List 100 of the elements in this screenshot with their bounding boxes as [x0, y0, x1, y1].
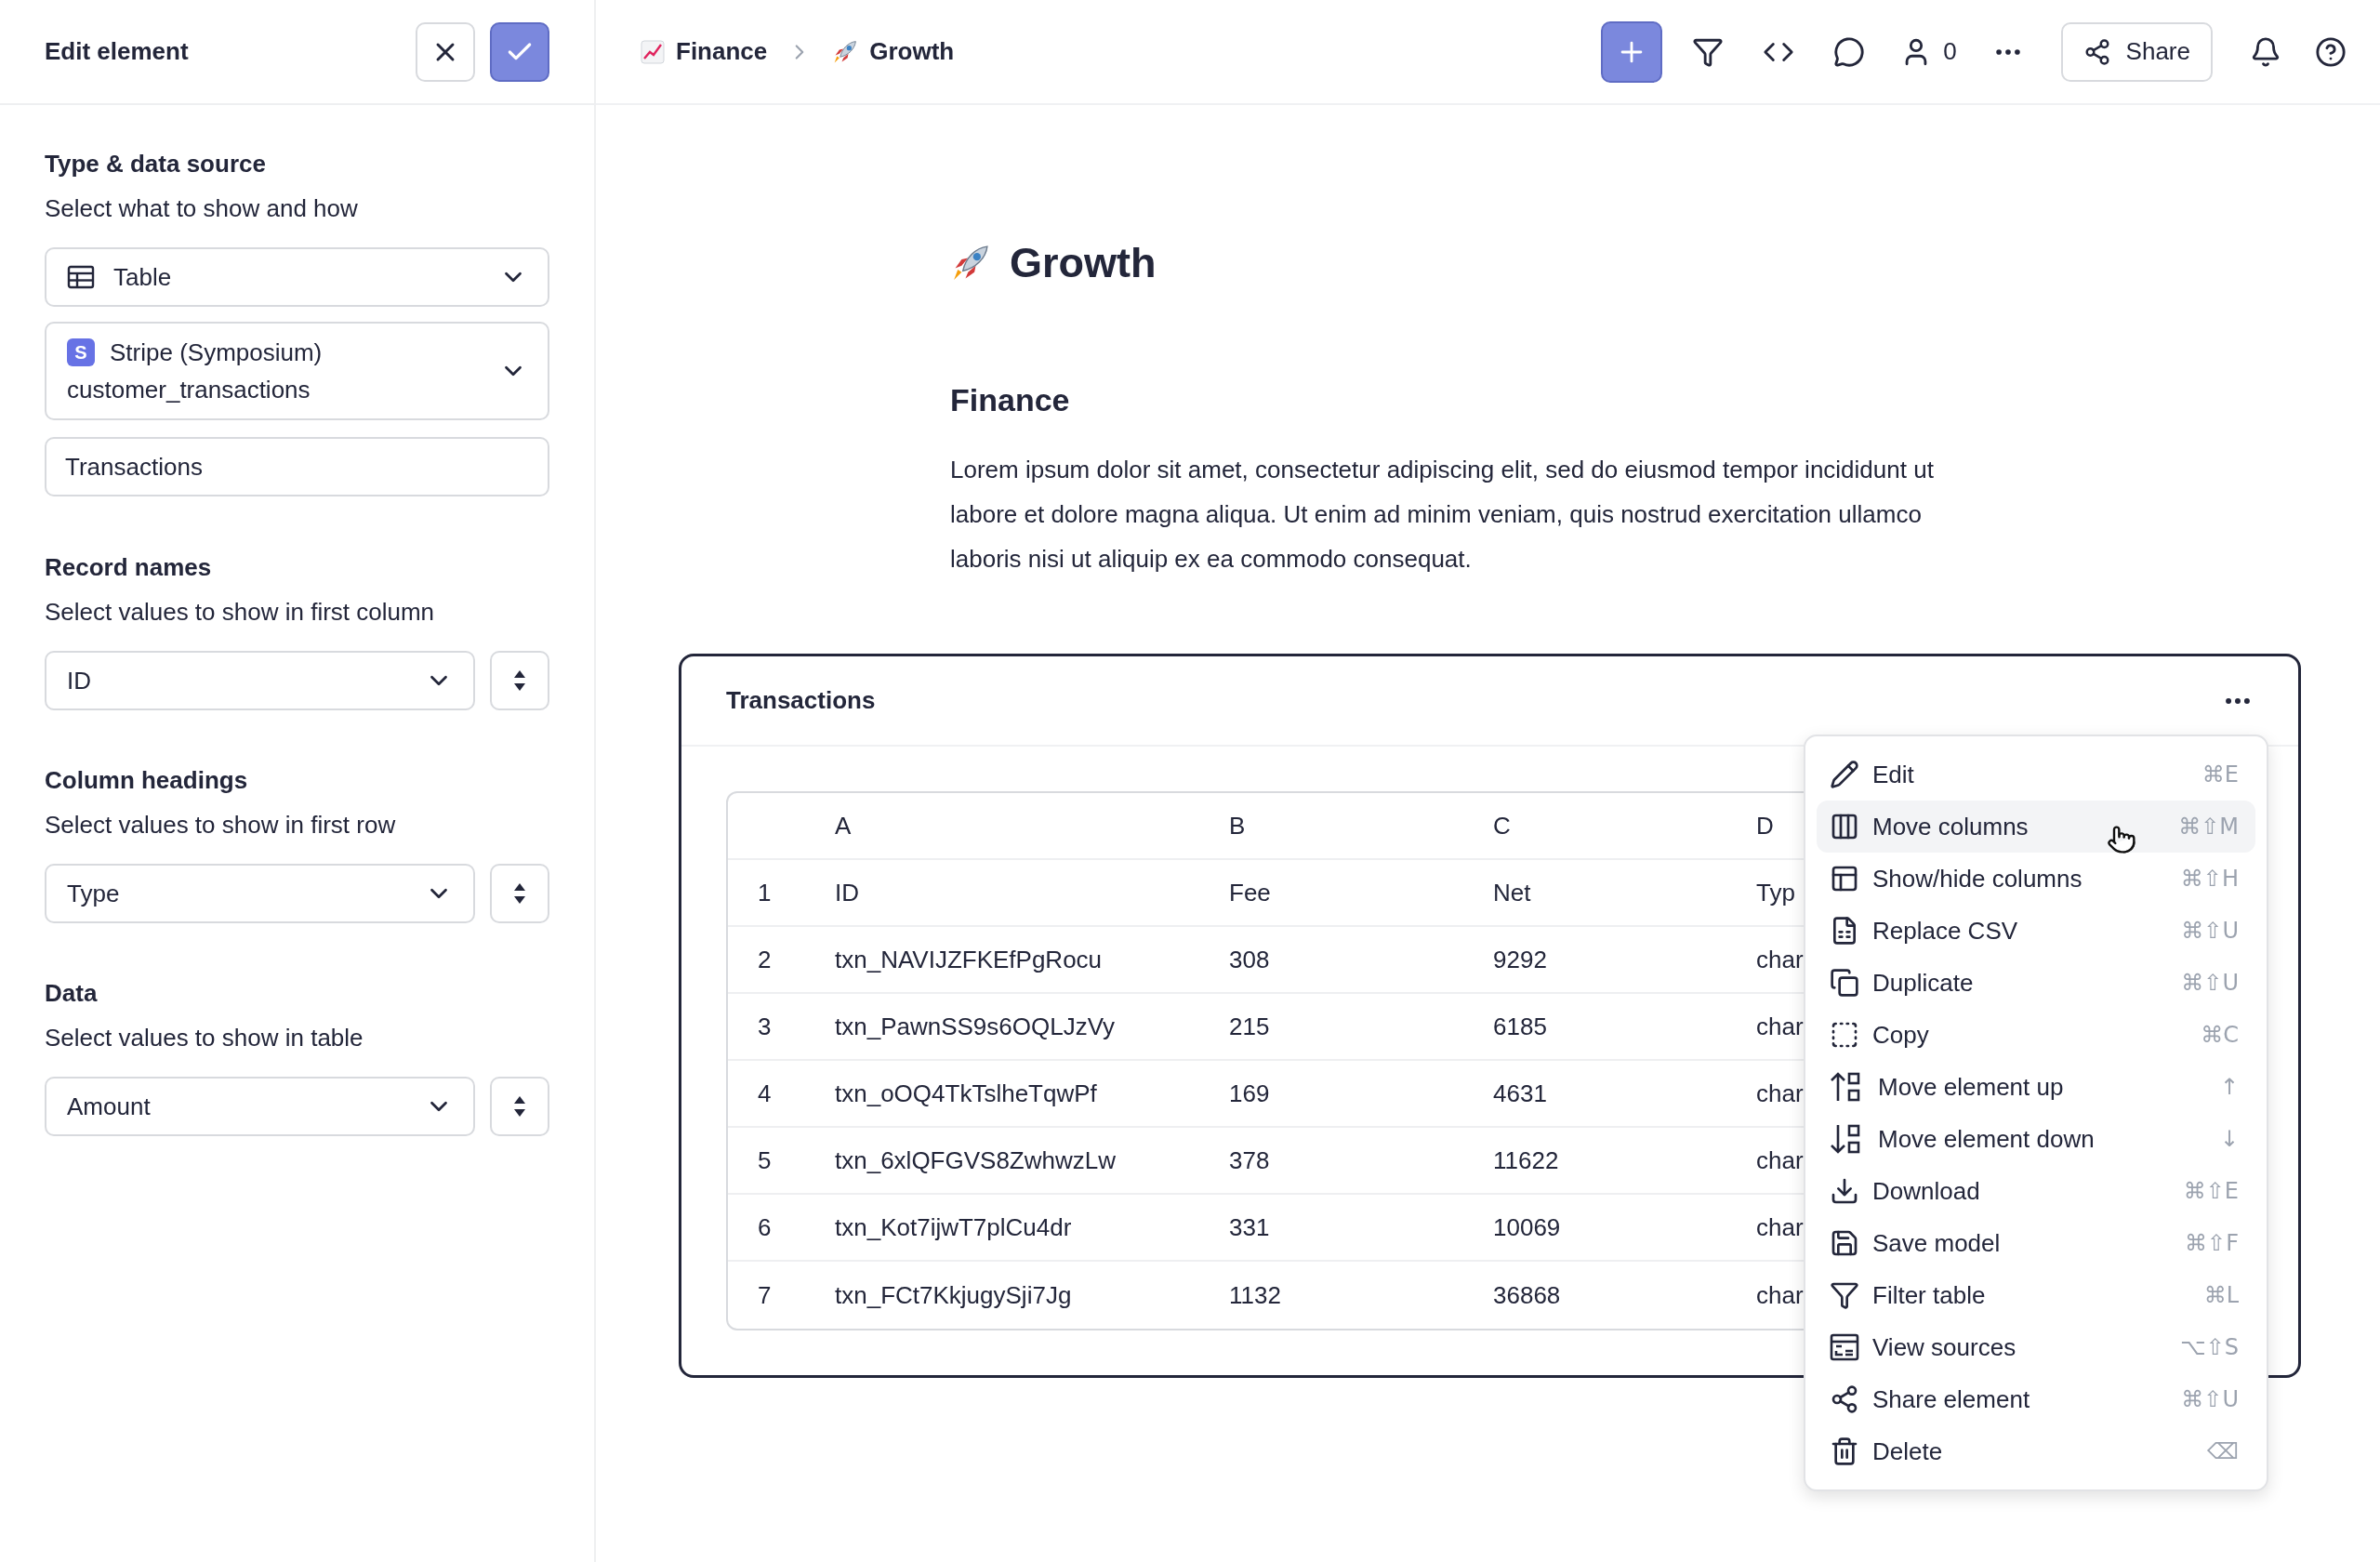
share-icon: [1830, 1384, 1859, 1414]
row-number: 7: [758, 1280, 772, 1309]
source-name: Stripe (Symposium): [110, 338, 323, 368]
row-number: 2: [758, 945, 772, 973]
panel-title: Edit element: [45, 36, 189, 67]
source-badge: S: [67, 338, 95, 366]
table-cell: Fee: [1229, 878, 1271, 907]
save-icon: [1830, 1228, 1859, 1258]
confirm-button[interactable]: [490, 21, 549, 82]
section-subtitle: Select values to show in first row: [45, 810, 397, 840]
table-cell: ID: [835, 878, 859, 907]
section-title: Type & data source: [45, 149, 267, 179]
pencil-icon: [1830, 760, 1859, 789]
share-button[interactable]: Share: [2060, 21, 2213, 82]
duplicate-icon: [1830, 968, 1859, 998]
menu-item[interactable]: Share element ⌘⇧U: [1817, 1373, 2255, 1425]
help-icon[interactable]: [2315, 35, 2347, 68]
table-cell: 1132: [1229, 1280, 1281, 1309]
table-cell: 9292: [1493, 945, 1547, 973]
menu-item[interactable]: Download ⌘⇧E: [1817, 1165, 2255, 1217]
column-header[interactable]: A: [835, 811, 852, 840]
table-cell: 331: [1229, 1212, 1270, 1241]
menu-item[interactable]: Save model ⌘⇧F: [1817, 1217, 2255, 1269]
section-subtitle: Select what to show and how: [45, 193, 359, 223]
columns-icon: [1830, 812, 1859, 841]
table-cell: char: [1756, 1212, 1804, 1241]
table-cell: 215: [1229, 1012, 1270, 1040]
column-header[interactable]: C: [1493, 811, 1511, 840]
table-cell: Net: [1493, 878, 1531, 907]
window-lines-icon: [1830, 1333, 1859, 1361]
table-cell: 378: [1229, 1145, 1270, 1174]
stepper-button[interactable]: [490, 651, 549, 710]
menu-item[interactable]: Duplicate ⌘⇧U: [1817, 957, 2255, 1009]
source-table: customer_transactions: [67, 374, 499, 405]
breadcrumb-link[interactable]: Growth: [869, 33, 955, 70]
table-cell: txn_Kot7ijwT7plCu4dr: [835, 1212, 1072, 1241]
source-select[interactable]: S Stripe (Symposium) customer_transactions: [45, 322, 549, 420]
comment-icon[interactable]: [1833, 35, 1866, 68]
rocket-icon: [832, 38, 859, 65]
sort-arrows-icon: [512, 668, 527, 693]
menu-item[interactable]: Move element down ↓: [1817, 1113, 2255, 1165]
table-cell: char: [1756, 1280, 1804, 1309]
table-icon: [67, 265, 95, 289]
sort-arrows-icon: [512, 1094, 527, 1119]
menu-item[interactable]: Copy ⌘C: [1817, 1009, 2255, 1061]
section-title: Column headings: [45, 765, 249, 795]
layout-icon: [1830, 864, 1859, 894]
menu-item[interactable]: Edit ⌘E: [1817, 748, 2255, 801]
row-number: 5: [758, 1145, 772, 1174]
table-cell: 10069: [1493, 1212, 1561, 1241]
stepper-button[interactable]: [490, 864, 549, 923]
stepper-button[interactable]: [490, 1077, 549, 1136]
table-cell: txn_6xlQFGVS8ZwhwzLw: [835, 1145, 1116, 1174]
table-cell: char: [1756, 1079, 1804, 1107]
column-header[interactable]: B: [1229, 811, 1246, 840]
table-cell: char: [1756, 945, 1804, 973]
column-header[interactable]: D: [1756, 811, 1774, 840]
breadcrumb-link[interactable]: Finance: [676, 33, 768, 70]
chart-icon: [641, 39, 665, 64]
section-subtitle: Select values to show in table: [45, 1023, 364, 1052]
dropdown-select[interactable]: Type: [45, 864, 475, 923]
people-count: 0: [1943, 36, 1957, 67]
name-field[interactable]: Transactions: [45, 437, 549, 496]
table-cell: 308: [1229, 945, 1270, 973]
row-number: 1: [758, 878, 772, 907]
close-button[interactable]: [416, 21, 475, 82]
row-number: 6: [758, 1212, 772, 1241]
menu-item[interactable]: Move element up ↑: [1817, 1061, 2255, 1113]
menu-item[interactable]: Move columns ⌘⇧M: [1817, 801, 2255, 853]
paragraph: Lorem ipsum dolor sit amet, consectetur adipiscing elit, sed do eiusmod tempor incididunt ut labore et dolore magna aliqua. Ut enim ad minim veniam, quis nostrud exercitation ullamco laboris nisi ut aliquip ex ea commodo consequat.: [950, 455, 1935, 575]
menu-item[interactable]: Filter table ⌘L: [1817, 1269, 2255, 1321]
dropdown-select[interactable]: Amount: [45, 1077, 475, 1136]
trash-icon: [1830, 1436, 1859, 1466]
pointer-cursor-icon: [2107, 825, 2136, 854]
table-cell: char: [1756, 1012, 1804, 1040]
table-cell: txn_PawnSS9s6OQLJzVy: [835, 1012, 1116, 1040]
element-kind-dropdown[interactable]: Table: [45, 247, 549, 307]
page-title: Growth: [1010, 238, 1157, 289]
row-number: 4: [758, 1079, 772, 1107]
filter-icon: [1830, 1280, 1859, 1310]
dropdown-select[interactable]: ID: [45, 651, 475, 710]
row-number: 3: [758, 1012, 772, 1040]
table-cell: 11622: [1493, 1145, 1559, 1174]
add-button[interactable]: [1601, 20, 1663, 83]
table-cell: txn_FCt7KkjugySji7Jg: [835, 1280, 1072, 1309]
section-subtitle: Select values to show in first column: [45, 597, 436, 627]
menu-item[interactable]: Delete ⌫: [1817, 1425, 2255, 1477]
sort-arrows-icon: [512, 881, 527, 906]
notification-bell-icon[interactable]: [2250, 35, 2281, 68]
menu-item[interactable]: Replace CSV ⌘⇧U: [1817, 905, 2255, 957]
dashed-square-icon: [1830, 1020, 1859, 1050]
menu-item[interactable]: View sources ⌥⇧S: [1817, 1321, 2255, 1373]
table-cell: Typ: [1756, 878, 1795, 907]
table-cell: txn_oOQ4TkTslheTqwPf: [835, 1079, 1097, 1107]
section-title: Data: [45, 978, 99, 1008]
table-cell: 36868: [1493, 1280, 1561, 1309]
section-title: Record names: [45, 552, 213, 582]
table-cell: txn_NAVIJZFKEfPgRocu: [835, 945, 1103, 973]
menu-item[interactable]: Show/hide columns ⌘⇧H: [1817, 853, 2255, 905]
table-cell: 4631: [1493, 1079, 1547, 1107]
